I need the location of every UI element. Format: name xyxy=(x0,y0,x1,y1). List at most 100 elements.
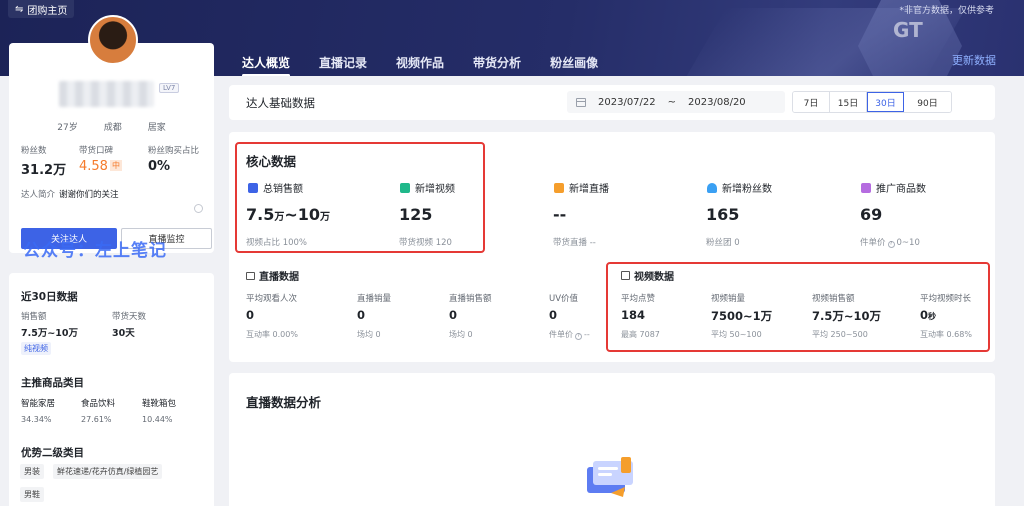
video-item-value: 7500~1万 xyxy=(711,309,773,323)
uv-unit-price-label: 件单价 xyxy=(549,330,573,339)
category-pct: 10.44% xyxy=(142,415,173,424)
video-item-label: 平均点赞 xyxy=(621,294,656,304)
watermark: 公众号：左上笔记 xyxy=(23,241,167,261)
banner-logo: GT xyxy=(893,18,923,42)
category: 居家 xyxy=(147,123,166,133)
sales-max-unit: 万 xyxy=(320,212,331,223)
city: 成都 xyxy=(103,123,122,133)
date-separator: ~ xyxy=(667,96,677,108)
tab-fan-profile[interactable]: 粉丝画像 xyxy=(550,54,598,76)
tab-sales-analysis[interactable]: 带货分析 xyxy=(473,54,521,76)
more-info-icon[interactable] xyxy=(194,204,203,213)
avg-duration-value: 0 xyxy=(920,308,929,322)
tab-overview[interactable]: 达人概览 xyxy=(242,54,291,76)
sub-category-chip: 男装 xyxy=(20,464,44,479)
recent-30d-card: 近30日数据 销售额 7.5万~10万 带货天数 30天 纯视频 主推商品类目 … xyxy=(9,273,214,506)
range-7d-button[interactable]: 7日 xyxy=(793,92,830,112)
metric-value: 165 xyxy=(706,205,740,224)
fans-buy-label: 粉丝购买占比 xyxy=(148,146,200,156)
range-90d-button[interactable]: 90日 xyxy=(904,92,951,112)
video-data-icon xyxy=(621,271,630,280)
back-label: 团购主页 xyxy=(27,5,68,17)
metric-new-live: 新增直播 xyxy=(554,180,609,195)
metric-sub: 带货直播 -- xyxy=(553,238,596,248)
live-item-sub: 互动率 0.00% xyxy=(246,330,298,339)
live-item-sub: 场均 0 xyxy=(357,330,381,339)
metric-sub: 带货视频 120 xyxy=(399,238,452,248)
product-icon xyxy=(861,182,871,193)
metric-value: 125 xyxy=(399,205,433,224)
live-item-label: 直播销售额 xyxy=(449,294,492,304)
main-tabs: 达人概览 直播记录 视频作品 带货分析 粉丝画像 xyxy=(242,54,598,76)
live-item-label: UV价值 xyxy=(549,294,579,304)
reputation-label: 带货口碑 xyxy=(79,146,114,156)
metric-promoted-products: 推广商品数 xyxy=(861,180,926,195)
metric-sub: 视频占比 100% xyxy=(246,238,308,248)
video-item-label: 平均视频时长 xyxy=(920,294,972,304)
unit-price-value: 0~10 xyxy=(896,238,920,248)
uv-unit-price-value: -- xyxy=(584,330,590,339)
unit-price-label: 件单价 xyxy=(860,238,886,248)
live-item-value: 0 xyxy=(549,308,558,322)
video-item-sub: 平均 50~100 xyxy=(711,330,762,339)
back-to-group-home-button[interactable]: ⇋ 团购主页 xyxy=(8,0,75,18)
metric-total-sales-value: 7.5万~10万 xyxy=(246,205,330,224)
live-icon xyxy=(554,182,564,193)
category-pct: 27.61% xyxy=(81,415,112,424)
metric-new-fans: 新增粉丝数 xyxy=(707,180,772,195)
live-item-label: 直播销量 xyxy=(357,294,392,304)
recent-sales-value: 7.5万~10万 xyxy=(21,328,79,339)
avatar xyxy=(88,15,138,65)
help-icon[interactable]: ? xyxy=(887,241,895,248)
fans-buy-value: 0% xyxy=(148,159,171,174)
intro-label: 达人简介 xyxy=(21,190,56,200)
metric-label: 新增直播 xyxy=(569,184,609,195)
help-icon[interactable]: ? xyxy=(575,333,582,340)
video-data-label: 视频数据 xyxy=(634,272,674,283)
range-30d-button[interactable]: 30日 xyxy=(867,92,904,112)
metric-label: 推广商品数 xyxy=(876,184,926,195)
sub-category-chip: 鲜花速递/花卉仿真/绿植园艺 xyxy=(53,464,163,479)
reputation-badge: 中 xyxy=(109,160,122,171)
live-item-sub: 件单价? -- xyxy=(549,329,590,340)
video-item-label: 视频销量 xyxy=(711,294,746,304)
recent-days-value: 30天 xyxy=(112,328,135,339)
video-item-value: 0秒 xyxy=(920,308,936,322)
video-item-value: 184 xyxy=(621,308,646,322)
metric-label: 总销售额 xyxy=(263,184,303,195)
sub-category-title: 优势二级类目 xyxy=(21,447,84,459)
category-name: 智能家居 xyxy=(21,399,56,409)
sales-min-value: 7.5 xyxy=(246,205,275,224)
category-title: 主推商品类目 xyxy=(21,377,84,389)
core-data-title: 核心数据 xyxy=(246,154,297,169)
range-selector: 7日 15日 30日 90日 xyxy=(792,91,952,113)
reputation-value: 4.58 xyxy=(79,159,108,174)
live-item-label: 平均观看人次 xyxy=(246,294,298,304)
tab-video-works[interactable]: 视频作品 xyxy=(396,54,444,76)
metric-label: 新增视频 xyxy=(415,184,455,195)
live-data-label: 直播数据 xyxy=(259,272,299,283)
live-item-sub: 场均 0 xyxy=(449,330,473,339)
user-icon xyxy=(707,182,717,193)
refresh-data-link[interactable]: 更新数据 xyxy=(952,52,996,68)
video-item-sub: 互动率 0.68% xyxy=(920,330,972,339)
sales-min-unit: 万 xyxy=(274,212,285,223)
video-item-sub: 平均 250~500 xyxy=(812,330,868,339)
category-pct: 34.34% xyxy=(21,415,52,424)
date-start: 2023/07/22 xyxy=(598,96,656,108)
live-item-value: 0 xyxy=(246,308,255,322)
date-range-picker[interactable]: 2023/07/22 ~ 2023/08/20 xyxy=(567,91,785,113)
range-15d-button[interactable]: 15日 xyxy=(830,92,867,112)
sales-icon xyxy=(248,182,258,193)
blurred-name xyxy=(59,81,154,107)
tab-live-records[interactable]: 直播记录 xyxy=(319,54,367,76)
intro: 达人简介 谢谢你们的关注 xyxy=(21,188,119,200)
profile-card: LV7 27岁 成都 居家 粉丝数 31.2万 带货口碑 4.58 中 粉丝购买占… xyxy=(9,15,214,253)
profile-meta: 27岁 成都 居家 xyxy=(9,120,214,133)
core-data-card: 核心数据 总销售额 7.5万~10万 视频占比 100% 新增视频 125 带货… xyxy=(229,132,995,362)
reputation-value-wrap: 4.58 中 xyxy=(79,159,122,174)
video-item-label: 视频销售额 xyxy=(812,294,855,304)
live-analysis-card: 直播数据分析 xyxy=(229,373,995,506)
basic-data-title: 达人基础数据 xyxy=(246,96,315,110)
date-end: 2023/08/20 xyxy=(688,96,746,108)
